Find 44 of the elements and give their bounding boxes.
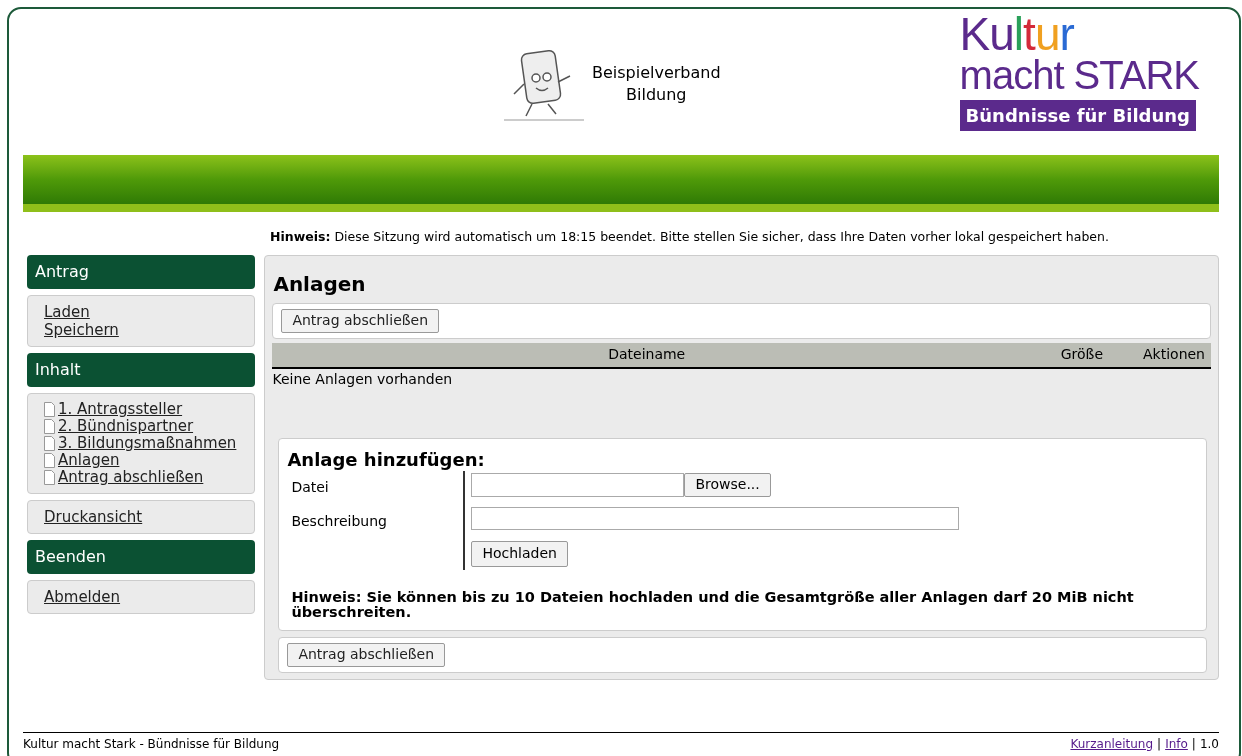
finish-button[interactable]: Antrag abschließen (281, 308, 440, 333)
column-header: Aktionen (1142, 345, 1206, 365)
sidebar-link[interactable]: 2. Bündnispartner (58, 417, 194, 435)
document-icon (44, 435, 55, 451)
document-icon (44, 401, 55, 417)
sidebar-link[interactable]: Anlagen (58, 451, 120, 469)
browse-button[interactable]: Browse... (684, 472, 771, 497)
empty-message: Keine Anlagen vorhanden (272, 369, 453, 389)
sidebar-heading: Beenden (27, 539, 256, 574)
page-title: Anlagen (272, 271, 367, 296)
footer-text: 1.0 (1199, 736, 1219, 753)
sidebar-link[interactable]: Laden (44, 302, 90, 321)
sidebar-heading: Inhalt (27, 352, 256, 387)
sidebar-heading: Antrag (27, 254, 256, 289)
sidebar-link[interactable]: Druckansicht (44, 507, 143, 526)
session-notice: Hinweis: Diese Sitzung wird automatisch um 18:15 beendet. Bitte stellen Sie sicher, dass Ihre Daten vorher lokal gespeichert haben. (270, 228, 1110, 246)
sidebar-link[interactable]: 3. Bildungsmaßnahmen (58, 434, 237, 452)
file-input[interactable] (471, 472, 685, 497)
sidebar-link[interactable]: 1. Antragssteller (58, 400, 183, 418)
sidebar-link[interactable]: Speichern (44, 320, 119, 339)
logo-subtitle: macht STARK (959, 54, 1199, 96)
document-icon (44, 452, 55, 468)
footer-text: | (1157, 736, 1162, 753)
logo-tagline: Bündnisse für Bildung (959, 100, 1196, 131)
footer-text: Kultur macht Stark - Bündnisse für Bildung (23, 736, 280, 753)
sidebar-link[interactable]: Abmelden (44, 587, 121, 606)
column-header: Größe (1059, 345, 1104, 365)
field-label: Beschreibung (291, 512, 387, 532)
footer-text: | (1191, 736, 1196, 753)
footer-link[interactable]: Info (1165, 735, 1188, 753)
upload-hint: Hinweis: Sie können bis zu 10 Dateien hochladen und die Gesamtgröße aller Anlagen darf 20 MiB nicht überschreiten. (290, 589, 1135, 620)
footer-link[interactable]: Kurzanleitung (1070, 735, 1154, 753)
organization-name: Bildung (626, 84, 687, 106)
upload-button[interactable]: Hochladen (471, 540, 568, 567)
finish-button[interactable]: Antrag abschließen (287, 642, 446, 667)
document-icon (44, 418, 55, 434)
section-title: Anlage hinzufügen: (287, 448, 485, 471)
column-header: Dateiname (607, 345, 687, 365)
document-icon (44, 469, 55, 485)
sidebar-link[interactable]: Antrag abschließen (58, 468, 204, 486)
logo-title: Kultur (959, 14, 1074, 54)
organization-name: Beispielverband (591, 62, 721, 84)
field-label: Datei (291, 478, 329, 498)
description-input[interactable] (471, 506, 960, 530)
